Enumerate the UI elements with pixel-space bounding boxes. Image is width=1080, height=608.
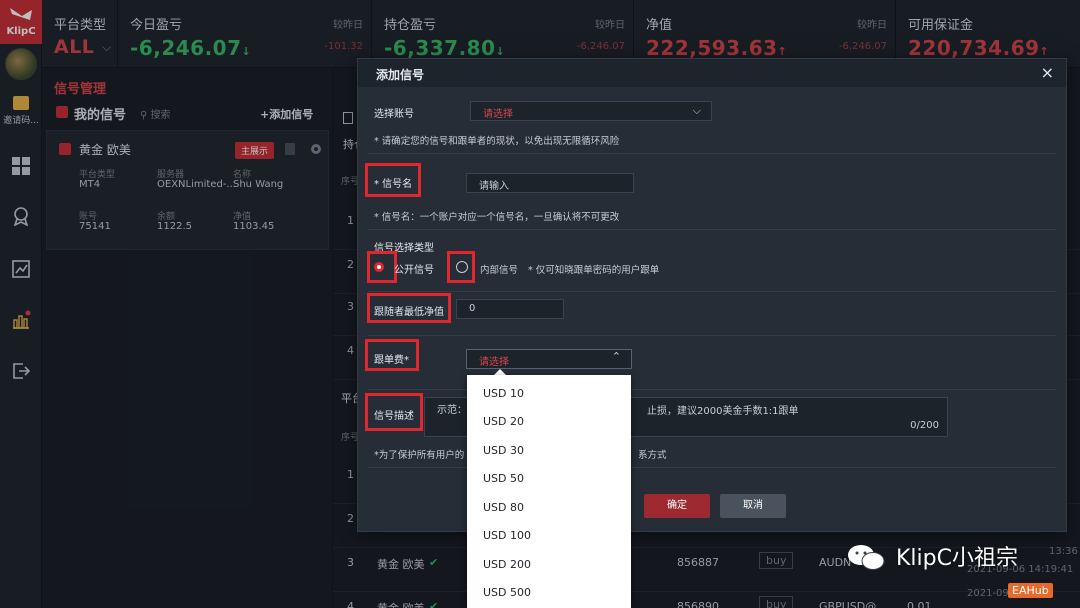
account-label: 选择账号: [374, 109, 414, 120]
signal-name-note: * 信号名：一个账户对应一个信号名，一旦确认将不可更改: [374, 212, 620, 223]
cancel-button[interactable]: 取消: [720, 494, 786, 518]
divider: [368, 229, 1056, 230]
char-counter: 0/200: [910, 420, 939, 431]
fee-option[interactable]: USD 10: [483, 387, 524, 400]
confirm-button[interactable]: 确定: [644, 494, 710, 518]
radio-private[interactable]: [456, 261, 468, 273]
privacy-note-suffix: 系方式: [638, 450, 667, 461]
app-root: KlipC 邀请码... 平台类型 ALL ⌵ 今日盈亏 较昨日 -6,246.…: [0, 0, 1080, 608]
min-equity-input[interactable]: 0: [456, 299, 564, 319]
add-signal-dialog: 添加信号 × 选择账号 请选择 ⌵ * 请确定您的信号和跟单者的现状，以免出现无…: [357, 58, 1067, 532]
divider: [368, 153, 1056, 154]
eahub-badge: EAHub: [1008, 583, 1053, 598]
close-icon[interactable]: ×: [1041, 63, 1054, 82]
min-equity-label: 跟随者最低净值: [374, 307, 444, 318]
account-select[interactable]: 请选择 ⌵: [470, 101, 712, 121]
wechat-icon: [848, 545, 885, 570]
signal-name-input[interactable]: 请输入: [466, 173, 634, 193]
follow-fee-label: 跟单费*: [374, 355, 409, 366]
signal-name-label: * 信号名: [374, 179, 413, 190]
radio-public[interactable]: [374, 262, 384, 272]
chevron-down-icon: ⌵: [692, 104, 701, 117]
description-label: 信号描述: [374, 411, 414, 422]
fee-option[interactable]: USD 500: [483, 586, 531, 599]
dialog-title: 添加信号: [376, 68, 425, 82]
divider: [368, 335, 1056, 336]
fee-option[interactable]: USD 20: [483, 415, 524, 428]
fee-option[interactable]: USD 200: [483, 558, 531, 571]
account-note: * 请确定您的信号和跟单者的现状，以免出现无限循环风险: [374, 136, 620, 147]
fee-option[interactable]: USD 80: [483, 501, 524, 514]
follow-fee-select[interactable]: 请选择 ⌃: [466, 349, 632, 369]
privacy-note: *为了保护所有用户的: [374, 450, 465, 461]
fee-option[interactable]: USD 50: [483, 472, 524, 485]
type-public-label: 公开信号: [394, 265, 434, 276]
follow-fee-dropdown: USD 10 USD 20 USD 30 USD 50 USD 80 USD 1…: [467, 375, 631, 608]
divider: [368, 291, 1056, 292]
fee-option[interactable]: USD 100: [483, 529, 531, 542]
fee-option[interactable]: USD 30: [483, 444, 524, 457]
chevron-up-icon: ⌃: [611, 350, 621, 363]
type-note: * 仅可知晓跟单密码的用户跟单: [528, 265, 660, 276]
dialog-header: 添加信号 ×: [358, 59, 1066, 87]
type-private-label: 内部信号: [480, 265, 519, 276]
watermark-text: KlipC小祖宗: [896, 546, 1018, 571]
